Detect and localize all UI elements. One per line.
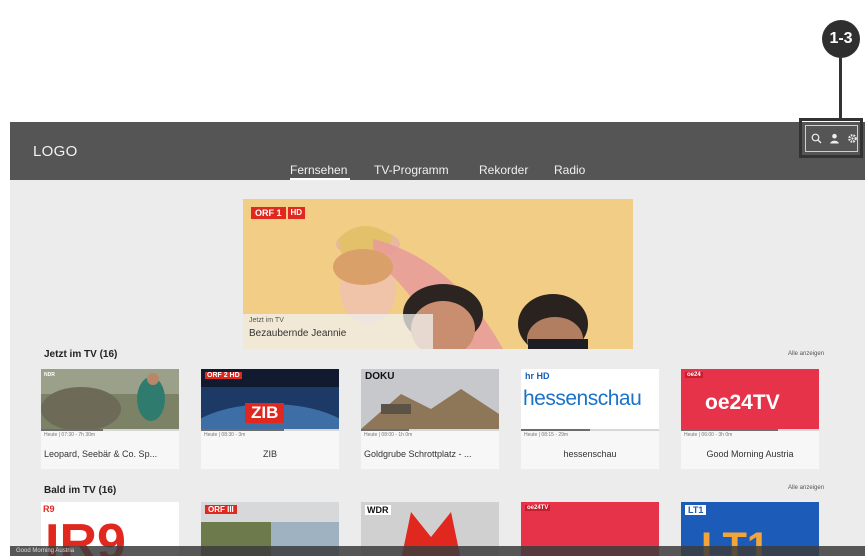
section-title-soon: Bald im TV (16) <box>44 485 117 496</box>
card-meta: Heute | 06:00 - 3h 0m <box>684 432 733 438</box>
hero-channel-logo: ORF 1 HD <box>251 207 306 219</box>
callout-line <box>839 56 842 119</box>
show-all-now-link[interactable]: Alle anzeigen <box>788 351 824 357</box>
card-progress <box>521 429 659 431</box>
nav-item-rekorder[interactable]: Rekorder <box>479 163 528 177</box>
callout-badge: 1-3 <box>822 20 860 58</box>
card-thumbnail: NDR <box>41 369 179 429</box>
program-card[interactable]: hr HD hessenschau Heute | 08:15 - 29m he… <box>521 369 659 469</box>
card-title: ZIB <box>262 449 277 459</box>
upcoming-channel-logo: R9 <box>43 504 55 514</box>
hero-channel-hd: HD <box>287 207 306 219</box>
now-playing-title: Good Morning Austria <box>16 548 75 554</box>
nav-item-fernsehen[interactable]: Fernsehen <box>290 163 347 177</box>
app-logo[interactable]: LOGO <box>33 143 78 160</box>
header-bar: LOGO Fernsehen TV-Programm Rekorder Radi… <box>10 122 865 180</box>
hero-channel-name: ORF 1 <box>251 207 286 219</box>
program-card[interactable]: NDR Heute | 07:30 - 7h 30m Leopard, Seeb… <box>41 369 179 469</box>
callout-highlight-inner <box>805 125 858 152</box>
card-thumbnail: oe24 oe24TV <box>681 369 819 429</box>
program-card[interactable]: oe24 oe24TV Heute | 06:00 - 3h 0m Good M… <box>681 369 819 469</box>
card-progress <box>41 429 179 431</box>
hero-banner[interactable]: ORF 1 HD Jetzt im TV Bezaubernde Jeannie <box>243 199 633 349</box>
upcoming-channel-logo: oe24TV <box>525 505 551 511</box>
card-meta: Heute | 08:30 - 3m <box>204 432 246 438</box>
card-thumbnail: DOKU <box>361 369 499 429</box>
now-playing-bar[interactable]: Good Morning Austria <box>10 546 865 556</box>
card-meta: Heute | 07:30 - 7h 30m <box>44 432 96 438</box>
card-thumbnail: hr HD hessenschau <box>521 369 659 429</box>
card-overlay-hessenschau: hessenschau <box>523 387 642 410</box>
card-progress <box>681 429 819 431</box>
card-title: Leopard, Seebär & Co. Sp... <box>44 449 158 459</box>
card-channel-logo: hr HD <box>525 371 550 381</box>
nav-item-tv-programm[interactable]: TV-Programm <box>374 163 449 177</box>
hero-title: Bezaubernde Jeannie <box>249 328 347 339</box>
card-progress <box>361 429 499 431</box>
card-title: hessenschau <box>563 449 617 459</box>
card-thumbnail: ORF 2 HD ZIB <box>201 369 339 429</box>
hero-caption: Jetzt im TV Bezaubernde Jeannie <box>243 314 433 349</box>
card-progress <box>201 429 339 431</box>
program-card[interactable]: DOKU Heute | 08:00 - 1h 0m Goldgrube Sch… <box>361 369 499 469</box>
callout-label: 1-3 <box>829 30 853 47</box>
card-channel-logo: NDR <box>44 372 55 378</box>
card-meta: Heute | 08:00 - 1h 0m <box>364 432 413 438</box>
program-card[interactable]: ORF 2 HD ZIB Heute | 08:30 - 3m ZIB <box>201 369 339 469</box>
nav-item-radio[interactable]: Radio <box>554 163 585 177</box>
card-overlay-zib: ZIB <box>245 403 285 423</box>
card-channel-logo: ORF 2 HD <box>205 372 242 379</box>
section-title-now: Jetzt im TV (16) <box>44 349 118 360</box>
card-title: Goldgrube Schrottplatz - ... <box>364 449 472 459</box>
card-channel-logo: oe24 <box>685 372 703 378</box>
card-channel-logo: DOKU <box>365 371 395 382</box>
card-meta: Heute | 08:15 - 29m <box>524 432 569 438</box>
tv-app-window: LOGO Fernsehen TV-Programm Rekorder Radi… <box>10 122 865 556</box>
card-overlay-oe24tv: oe24TV <box>705 391 780 414</box>
show-all-soon-link[interactable]: Alle anzeigen <box>788 485 824 491</box>
nav-active-underline <box>290 178 350 180</box>
card-title: Good Morning Austria <box>706 449 794 459</box>
screenshot-stage: 1-3 LOGO Fernsehen TV-Programm Rekorder … <box>0 0 865 556</box>
hero-subtitle: Jetzt im TV <box>249 317 284 324</box>
